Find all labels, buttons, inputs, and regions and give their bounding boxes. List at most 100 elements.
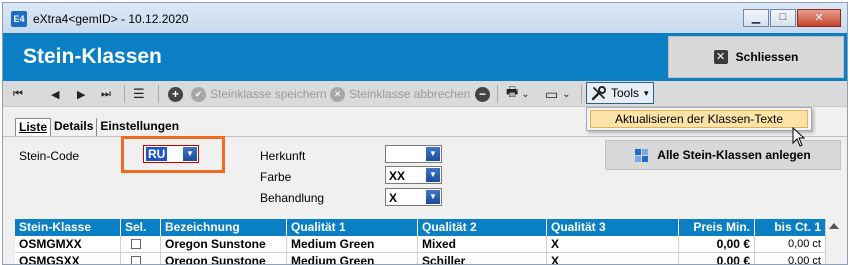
table-header: Stein-Klasse Sel. Bezeichnung Qualität 1… xyxy=(15,219,825,236)
last-icon: ⏭ xyxy=(101,87,111,100)
herkunft-select[interactable]: ▼ xyxy=(385,145,442,163)
layout-icon: ▭ xyxy=(545,85,559,102)
table-row[interactable]: OSMGMXX Oregon Sunstone Medium Green Mix… xyxy=(15,236,825,253)
cell-qualitaet-3: X xyxy=(547,236,679,252)
next-icon: ▶ xyxy=(77,88,86,101)
cell-qualitaet-1: Medium Green xyxy=(287,236,418,252)
maximize-icon: □ xyxy=(779,11,787,23)
cell-preis-min: 0,00 € xyxy=(679,236,755,252)
herkunft-label: Herkunft xyxy=(260,149,306,163)
toolbar-separator xyxy=(581,85,582,103)
select-checkbox[interactable] xyxy=(131,256,141,264)
behandlung-select[interactable]: X ▼ xyxy=(385,188,442,206)
tools-dropdown-menu: Aktualisieren der Klassen-Texte xyxy=(586,107,812,131)
grid-icon xyxy=(635,148,649,162)
page-header: Stein-Klassen ✕ Schliessen xyxy=(3,33,847,81)
caret-down-icon: ▾ xyxy=(644,87,649,98)
cancel-label: Steinklasse abbrechen xyxy=(349,87,471,101)
page-title: Stein-Klassen xyxy=(23,45,162,68)
wrench-screwdriver-icon xyxy=(591,86,606,101)
dropdown-arrow-icon[interactable]: ▼ xyxy=(426,147,440,161)
window-controls: ▁ □ ✕ xyxy=(742,9,841,27)
farbe-value: XX xyxy=(389,169,406,183)
cancel-icon: ✕ xyxy=(330,86,345,102)
column-header[interactable]: Preis Min. xyxy=(679,219,755,236)
column-header[interactable]: Stein-Klasse xyxy=(15,219,121,236)
minimize-button[interactable]: ▁ xyxy=(743,9,769,27)
toolbar-separator xyxy=(124,85,125,103)
close-box-icon: ✕ xyxy=(713,50,728,64)
last-record-button[interactable]: ⏭ xyxy=(101,85,111,103)
tab-label: Liste xyxy=(19,120,48,134)
prev-record-button[interactable]: ◀ xyxy=(51,85,59,103)
column-header[interactable]: Bezeichnung xyxy=(161,219,287,236)
column-header[interactable]: Qualität 1 xyxy=(287,219,418,236)
next-record-button[interactable]: ▶ xyxy=(77,85,85,103)
tab-bar: Liste Details Einstellungen xyxy=(15,118,182,136)
cell-sel xyxy=(121,253,161,264)
cell-bezeichnung: Oregon Sunstone xyxy=(161,236,287,252)
cancel-button[interactable]: ✕ Steinklasse abbrechen xyxy=(330,85,470,103)
column-header[interactable]: Qualität 2 xyxy=(418,219,547,236)
cell-qualitaet-2: Schiller xyxy=(418,253,547,264)
window-close-button[interactable]: ✕ xyxy=(797,9,841,27)
save-label: Steinklasse speichern xyxy=(210,87,327,101)
prev-icon: ◀ xyxy=(51,88,60,101)
mouse-pointer-icon xyxy=(792,127,806,147)
scroll-up-icon[interactable] xyxy=(829,223,839,229)
add-icon: + xyxy=(168,86,183,102)
tab-details[interactable]: Details xyxy=(51,118,98,136)
column-header[interactable]: Sel. xyxy=(121,219,161,236)
save-button[interactable]: ✔ Steinklasse speichern xyxy=(191,85,327,103)
cell-bis-ct: 0,00 ct xyxy=(787,255,821,265)
table-scrollbar[interactable] xyxy=(825,219,841,264)
delete-button[interactable]: − xyxy=(475,85,494,103)
cell-qualitaet-3: X xyxy=(547,253,679,264)
menu-item-aktualisieren-klassen-texte[interactable]: Aktualisieren der Klassen-Texte xyxy=(590,110,808,128)
minimize-icon: ▁ xyxy=(751,12,761,24)
maximize-button[interactable]: □ xyxy=(770,9,796,27)
tools-label: Tools xyxy=(611,86,640,100)
toolbar-separator xyxy=(497,85,498,103)
toolbar: ⏮ ◀ ▶ ⏭ ☰ + ✔ Steinklasse speichern ✕ St… xyxy=(3,81,847,107)
cell-bezeichnung: Oregon Sunstone xyxy=(161,253,287,264)
cell-sel xyxy=(121,236,161,252)
dropdown-arrow-icon[interactable]: ▼ xyxy=(426,190,440,204)
column-header[interactable]: Qualität 3 xyxy=(547,219,679,236)
all-button-label: Alle Stein-Klassen anlegen xyxy=(657,148,811,162)
tab-label: Details xyxy=(54,119,94,133)
farbe-label: Farbe xyxy=(260,170,292,184)
select-checkbox[interactable] xyxy=(131,239,141,249)
cell-stein-klasse: OSMGSXX xyxy=(15,253,121,264)
list-icon: ☰ xyxy=(133,86,145,101)
dropdown-arrow-icon[interactable]: ▼ xyxy=(426,168,440,182)
tools-menu-button[interactable]: Tools ▾ xyxy=(586,82,654,104)
cell-qualitaet-2: Mixed xyxy=(418,236,547,252)
add-button[interactable]: + xyxy=(168,85,187,103)
check-icon: ✔ xyxy=(191,86,206,102)
tab-einstellungen[interactable]: Einstellungen xyxy=(97,118,182,136)
column-header[interactable]: bis Ct. 1 xyxy=(755,219,825,236)
window-title: eXtra4<gemID> - 10.12.2020 xyxy=(33,12,189,26)
first-record-button[interactable]: ⏮ xyxy=(13,85,23,103)
table-row[interactable]: OSMGSXX Oregon Sunstone Medium Green Sch… xyxy=(15,253,825,265)
app-window: E4 eXtra4<gemID> - 10.12.2020 ▁ □ ✕ Stei… xyxy=(2,2,848,265)
list-view-button[interactable]: ☰ xyxy=(133,85,145,103)
layout-button[interactable]: ▭ ⌄ xyxy=(545,85,571,103)
stein-code-label: Stein-Code xyxy=(19,149,80,163)
schliessen-label: Schliessen xyxy=(735,50,799,64)
behandlung-value: X xyxy=(389,191,398,205)
tab-liste[interactable]: Liste xyxy=(15,118,52,136)
printer-icon: 🖶 xyxy=(506,84,519,99)
highlight-frame xyxy=(121,136,225,173)
schliessen-button[interactable]: ✕ Schliessen xyxy=(668,36,844,78)
farbe-select[interactable]: XX ▼ xyxy=(385,166,442,184)
tab-label: Einstellungen xyxy=(100,119,180,133)
cell-stein-klasse: OSMGMXX xyxy=(15,236,121,252)
print-button[interactable]: 🖶 ⌄ xyxy=(506,84,530,103)
cell-preis-min: 0,00 € xyxy=(679,253,755,264)
chevron-down-icon: ⌄ xyxy=(521,88,530,100)
title-bar[interactable]: E4 eXtra4<gemID> - 10.12.2020 ▁ □ ✕ xyxy=(3,3,847,33)
first-icon: ⏮ xyxy=(13,87,23,100)
close-icon: ✕ xyxy=(814,12,824,24)
